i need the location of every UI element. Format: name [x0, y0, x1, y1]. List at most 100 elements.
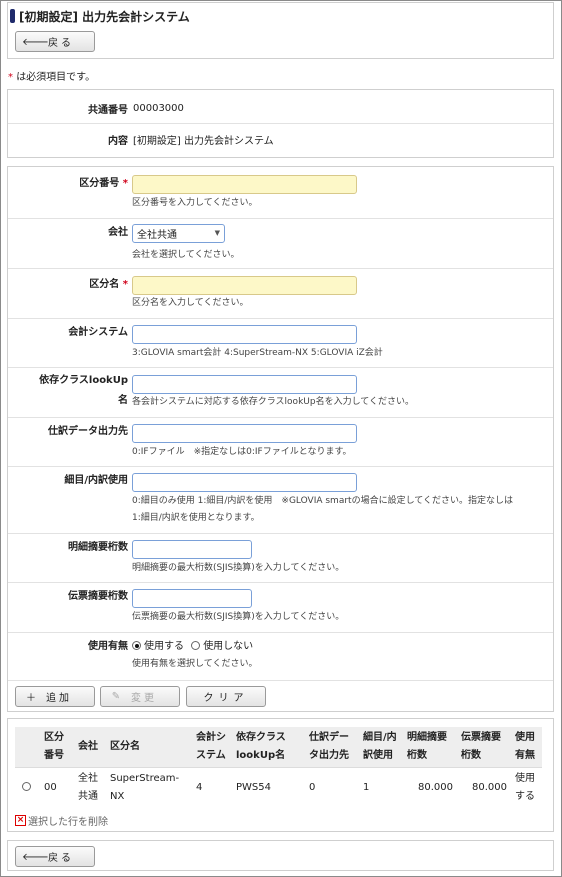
row-select-cell: [15, 768, 40, 809]
table-header: 細目/内 訳使用: [359, 727, 403, 768]
header-text: lookUp名: [236, 750, 286, 761]
back-button-top[interactable]: 🡐 戻る: [15, 31, 95, 52]
meisai-digits-input[interactable]: [132, 540, 252, 559]
cell-text: NX: [110, 791, 125, 802]
lookup-label: 依存クラスlookUp 名: [8, 373, 128, 409]
header-text: 区分名: [110, 741, 140, 752]
company-selected: 全社共通: [137, 230, 177, 241]
header-text: 桁数: [461, 750, 481, 761]
title-marker: [10, 9, 15, 23]
info-panel: 共通番号 00003000 内容 [初期設定] 出力先会計システム: [7, 89, 554, 158]
denpyo-digits-hint: 伝票摘要の最大桁数(SJIS換算)を入力してください。: [132, 612, 345, 622]
radio-selected-icon: [132, 641, 141, 650]
usage-radio-group: 使用する 使用しない: [132, 639, 253, 655]
cell-no: 00: [44, 782, 57, 793]
meisai-digits-hint: 明細摘要の最大桁数(SJIS換算)を入力してください。: [132, 563, 345, 573]
back-button-bottom[interactable]: 🡐 戻る: [15, 846, 95, 867]
required-note-text: は必須項目です。: [16, 72, 96, 83]
delete-selected-link[interactable]: × 選択した行を削除: [15, 813, 108, 828]
divider: [8, 218, 553, 219]
label-text: 区分名: [89, 279, 120, 290]
x-box-icon: ×: [15, 815, 26, 826]
footer-panel: 🡐 戻る: [7, 840, 554, 871]
cell-text: SuperStream-: [110, 773, 180, 784]
header-text: 訳使用: [363, 750, 393, 761]
change-button-label: 変更: [131, 693, 157, 704]
kubun-no-label: 区分番号 *: [8, 176, 128, 192]
delete-selected-label: 選択した行を削除: [28, 817, 108, 828]
lookup-hint: 各会計システムに対応する依存クラスlookUp名を入力してください。: [132, 397, 415, 407]
divider: [8, 533, 553, 534]
meisai-digits-label: 明細摘要桁数: [68, 542, 128, 553]
header-text: 区分: [44, 732, 64, 743]
required-mark: *: [8, 72, 13, 83]
required-mark: *: [122, 178, 128, 189]
detail-input[interactable]: [132, 473, 357, 492]
kubun-name-hint: 区分名を入力してください。: [132, 298, 249, 308]
header-text: 番号: [44, 750, 64, 761]
change-button[interactable]: ✎ 変更: [100, 686, 180, 707]
divider: [8, 367, 553, 368]
lookup-input[interactable]: [132, 375, 357, 394]
lookup-label-line1: 依存クラスlookUp: [39, 375, 128, 386]
info-label: 共通番号: [88, 104, 128, 116]
header-text: 会社: [78, 741, 98, 752]
detail-hint-2: 1:細目/内訳を使用となります。: [132, 513, 260, 523]
header-text: タ出力先: [309, 750, 349, 761]
row-select-radio[interactable]: [21, 782, 31, 791]
journal-hint: 0:IFファイル ※指定なしは0:IFファイルとなります。: [132, 447, 352, 457]
table-header: 会計シ ステム: [192, 727, 232, 768]
chevron-down-icon: ▼: [214, 229, 220, 237]
cell-text: 使用: [515, 773, 535, 784]
kubun-no-hint: 区分番号を入力してください。: [132, 198, 258, 208]
info-row-number: 共通番号 00003000: [8, 96, 553, 120]
journal-label: 仕訳データ出力先: [48, 426, 128, 437]
header-text: 会計シ: [196, 732, 226, 743]
cell-denpyo: 80.000: [472, 782, 507, 793]
lookup-label-line2: 名: [118, 395, 128, 406]
table-header: 仕訳デー タ出力先: [305, 727, 359, 768]
kubun-name-input[interactable]: [132, 276, 357, 295]
divider: [8, 582, 553, 583]
journal-input[interactable]: [132, 424, 357, 443]
accounting-input[interactable]: [132, 325, 357, 344]
detail-label: 細目/内訳使用: [64, 475, 128, 486]
usage-hint: 使用有無を選択してください。: [132, 659, 258, 669]
add-button-label: 追加: [46, 693, 72, 704]
divider: [8, 632, 553, 633]
header-text: 桁数: [407, 750, 427, 761]
back-button-label: 戻る: [48, 38, 74, 49]
page-title: [初期設定] 出力先会計システム: [19, 9, 190, 24]
table-header: 区分名: [106, 727, 192, 768]
usage-off-radio[interactable]: 使用しない: [191, 641, 253, 652]
table-header: 会社: [74, 727, 106, 768]
table-row[interactable]: 00 全社 共通 SuperStream- NX 4 PWS54 0 1 80.00…: [15, 768, 542, 809]
company-select[interactable]: 全社共通 ▼: [132, 224, 225, 243]
required-note: * は必須項目です。: [8, 68, 95, 83]
header-text: 伝票摘要: [461, 732, 501, 743]
table-header: 伝票摘要 桁数: [457, 727, 511, 768]
header-text: 使用: [515, 732, 535, 743]
header-panel: [初期設定] 出力先会計システム 🡐 戻る: [7, 2, 554, 59]
form-panel: 区分番号 * 区分番号を入力してください。 会社 全社共通 ▼ 会社を選択してく…: [7, 166, 554, 712]
divider: [8, 268, 553, 269]
cell-meisai: 80.000: [418, 782, 453, 793]
denpyo-digits-input[interactable]: [132, 589, 252, 608]
results-table: 区分 番号 会社 区分名 会計シ ステム 依存クラス lookUp名 仕訳デー タ出力先…: [15, 727, 542, 808]
table-header: 明細摘要 桁数: [403, 727, 457, 768]
detail-hint-1: 0:細目のみ使用 1:細目/内訳を使用 ※GLOVIA smartの場合に設定し…: [132, 496, 514, 506]
plus-icon: ＋: [26, 693, 36, 704]
kubun-no-input[interactable]: [132, 175, 357, 194]
usage-on-radio[interactable]: 使用する: [132, 641, 184, 652]
required-mark: *: [122, 279, 128, 290]
divider: [8, 318, 553, 319]
label-text: 区分番号: [79, 178, 120, 189]
usage-on-label: 使用する: [144, 641, 184, 652]
clear-button[interactable]: クリア: [186, 686, 266, 707]
cell-journal: 0: [309, 782, 316, 793]
page-title-row: [初期設定] 出力先会計システム: [10, 6, 190, 26]
results-panel: 区分 番号 会社 区分名 会計シ ステム 依存クラス lookUp名 仕訳デー タ出力先…: [7, 718, 554, 832]
add-button[interactable]: ＋ 追加: [15, 686, 95, 707]
accounting-hint: 3:GLOVIA smart会計 4:SuperStream-NX 5:GLOV…: [132, 348, 383, 358]
cell-text: する: [515, 791, 535, 802]
